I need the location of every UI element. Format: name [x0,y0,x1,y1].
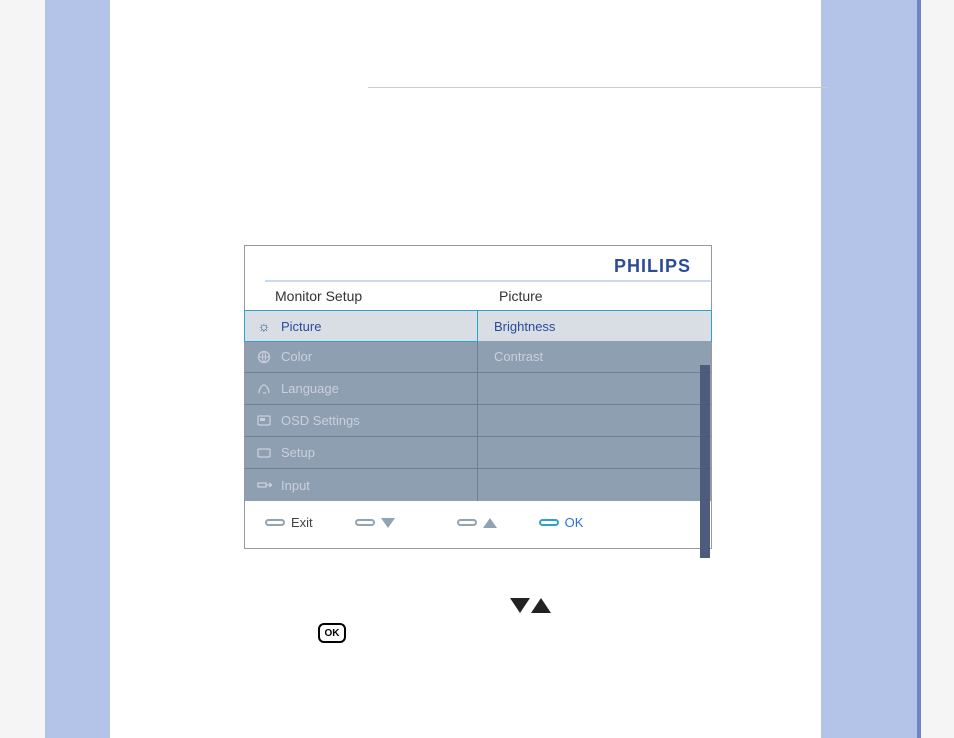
menu-item-label: Picture [281,319,321,334]
menu-item-input[interactable]: Input [245,469,477,501]
submenu-item-label: Contrast [494,349,543,364]
ok-badge: OK [318,623,346,643]
instruction-arrows [510,598,551,618]
right-edge [917,0,921,738]
osd-button-bar: Exit OK [245,501,711,548]
sun-icon: ☼ [255,317,273,335]
submenu-empty [478,373,711,405]
triangle-down-icon [381,518,395,528]
submenu-empty [478,405,711,437]
pill-icon [265,519,285,526]
right-sidebar [821,0,921,738]
ok-label: OK [565,515,584,530]
menu-sub-col: Brightness Contrast [478,311,711,501]
exit-label: Exit [291,515,313,530]
up-button[interactable] [457,518,497,528]
menu-item-picture[interactable]: ☼ Picture [244,310,478,342]
pill-icon [355,519,375,526]
submenu-item-contrast[interactable]: Contrast [478,341,711,373]
menu-item-label: Language [281,381,339,396]
osd-icon [255,412,273,430]
left-sidebar [45,0,110,738]
brand-logo: PHILIPS [245,246,711,277]
submenu-empty [478,469,711,501]
menu-item-setup[interactable]: Setup [245,437,477,469]
down-button[interactable] [355,518,395,528]
pill-icon [457,519,477,526]
menu-item-label: OSD Settings [281,413,360,428]
ok-button[interactable]: OK [539,515,584,530]
setup-icon [255,444,273,462]
osd-headers: Monitor Setup Picture [245,282,711,310]
header-submenu: Picture [475,288,711,304]
exit-button[interactable]: Exit [265,515,313,530]
menu-item-language[interactable]: Language [245,373,477,405]
osd-panel: PHILIPS Monitor Setup Picture ☼ Picture … [244,245,712,549]
menu-item-osd[interactable]: OSD Settings [245,405,477,437]
divider [368,87,828,88]
globe-icon [255,348,273,366]
header-monitor-setup: Monitor Setup [275,288,475,304]
menu-item-color[interactable]: Color [245,341,477,373]
input-icon [255,476,273,494]
submenu-item-brightness[interactable]: Brightness [477,310,712,342]
triangle-down-icon [510,598,530,613]
scrollbar[interactable] [700,365,710,558]
menu-main-col: ☼ Picture Color Language OSD Settings [245,311,478,501]
triangle-up-icon [483,518,497,528]
menu-item-label: Setup [281,445,315,460]
submenu-empty [478,437,711,469]
menu-item-label: Input [281,478,310,493]
menu-item-label: Color [281,349,312,364]
language-icon [255,380,273,398]
pill-icon [539,519,559,526]
submenu-item-label: Brightness [494,319,555,334]
menu-body: ☼ Picture Color Language OSD Settings [245,310,711,501]
triangle-up-icon [531,598,551,613]
